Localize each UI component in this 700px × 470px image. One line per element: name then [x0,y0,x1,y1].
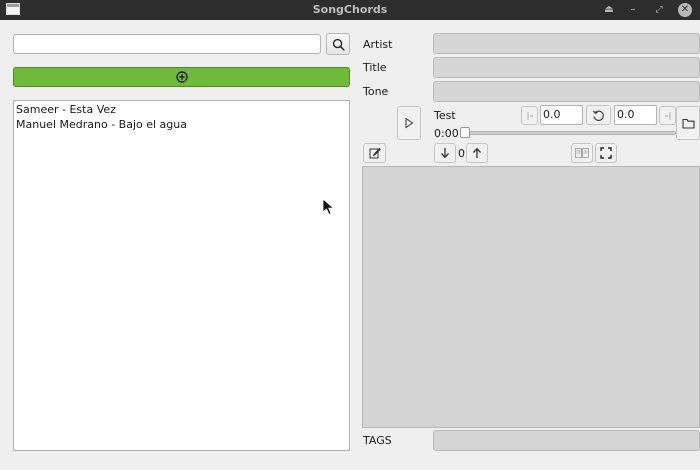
bar-end-icon [664,111,670,120]
start-value-field[interactable]: 0.0 [540,105,583,125]
transpose-value: 0 [458,147,465,160]
time-readout: 0:00 [434,127,459,140]
title-field [433,57,700,78]
slider-handle[interactable] [460,127,470,138]
progress-slider[interactable] [462,131,676,135]
close-icon[interactable]: ✕ [678,3,692,17]
search-icon [332,38,345,51]
minimize-icon[interactable]: – [624,2,642,18]
chords-viewer[interactable] [362,166,700,428]
play-icon [405,117,414,129]
pencil-icon [369,147,381,159]
tags-label: TAGS [363,434,392,447]
search-button[interactable] [326,33,350,55]
list-item[interactable]: Sameer - Esta Vez [16,102,347,117]
title-bar: SongChords ⏏ – ⤢ ✕ [0,0,700,20]
add-song-button[interactable] [13,67,350,87]
artist-label: Artist [363,38,393,51]
arrow-down-icon [441,148,449,159]
end-value-field[interactable]: 0.0 [614,105,657,125]
list-item[interactable]: Manuel Medrano - Bajo el agua [16,117,347,132]
folder-icon [681,118,695,129]
columns-icon [575,148,589,158]
eject-icon[interactable]: ⏏ [600,2,618,18]
transpose-down-button[interactable] [434,143,456,163]
edit-button[interactable] [363,143,386,163]
columns-button[interactable] [571,143,593,163]
fullscreen-icon [600,147,612,159]
set-start-button[interactable] [521,106,538,125]
maximize-icon[interactable]: ⤢ [650,2,668,18]
transpose-up-button[interactable] [466,143,488,163]
arrow-up-icon [473,147,481,158]
play-button[interactable] [397,106,421,140]
title-label: Title [363,61,387,74]
artist-field [433,33,700,54]
bar-start-icon [527,111,533,120]
window-title: SongChords [312,3,388,16]
track-name: Test [434,109,456,122]
search-input[interactable] [13,34,321,54]
song-list[interactable]: Sameer - Esta Vez Manuel Medrano - Bajo … [13,100,350,451]
reset-button[interactable] [586,105,611,125]
reset-icon [592,109,604,121]
tone-field [433,81,700,102]
fullscreen-button[interactable] [595,143,617,163]
plus-circle-icon [175,71,188,83]
set-end-button[interactable] [659,106,676,125]
tags-field [433,430,700,451]
tone-label: Tone [363,85,389,98]
open-folder-button[interactable] [676,106,700,140]
mouse-cursor-icon [322,198,335,216]
